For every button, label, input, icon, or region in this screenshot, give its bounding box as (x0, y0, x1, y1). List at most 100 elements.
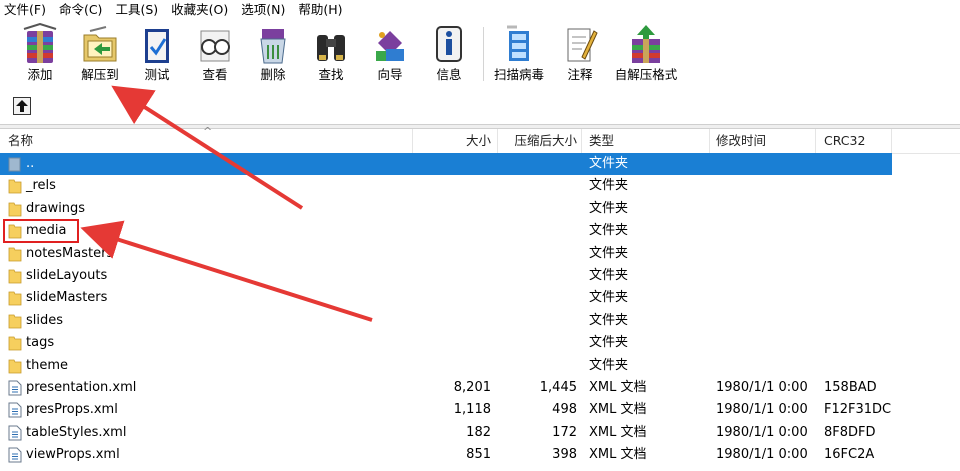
file-name: slideLayouts (26, 268, 108, 283)
wizard-icon (376, 31, 404, 61)
file-size (413, 287, 491, 309)
file-size: 182 (466, 424, 491, 440)
column-size[interactable]: 大小 (413, 129, 491, 153)
file-type: 文件夹 (589, 290, 629, 306)
file-name: notesMasters (26, 245, 114, 261)
scan-virus-label: 扫描病毒 (493, 67, 544, 82)
file-packed-size (498, 310, 577, 332)
column-crc32[interactable]: CRC32 (824, 129, 865, 153)
folder-icon (8, 359, 22, 373)
column-modified[interactable]: 修改时间 (716, 129, 766, 153)
file-name: slides (26, 312, 64, 328)
find-button[interactable]: 查找 (304, 21, 358, 87)
sfx-label: 自解压格式 (614, 67, 678, 82)
file-type: 文件夹 (589, 200, 629, 216)
file-name: slideMasters (26, 290, 108, 306)
file-name: _rels (26, 178, 56, 194)
test-button[interactable]: 测试 (130, 21, 184, 87)
folder-icon (8, 224, 22, 239)
scan-virus-button[interactable]: 扫描病毒 (488, 21, 550, 87)
file-size (413, 220, 491, 242)
info-icon (436, 26, 462, 62)
column-type[interactable]: 类型 (589, 129, 614, 153)
file-packed-size (498, 332, 577, 354)
file-row[interactable]: presentation.xml 8,201 1,445 XML 文档 1980/1/1… (0, 377, 892, 399)
file-row[interactable]: theme 文件夹 (0, 355, 892, 377)
file-row[interactable]: slideMasters 文件夹 (0, 287, 892, 309)
file-row[interactable]: notesMasters 文件夹 (0, 243, 892, 265)
test-label: 测试 (144, 67, 170, 82)
info-button[interactable]: 信息 (422, 21, 476, 87)
file-row[interactable]: _rels 文件夹 (0, 175, 892, 197)
file-packed-size: 1,445 (539, 380, 577, 395)
comment-label: 注释 (567, 67, 593, 82)
file-type: XML 文档 (589, 380, 647, 395)
column-divider[interactable] (891, 129, 892, 153)
comment-pen-icon (567, 28, 598, 62)
column-name[interactable]: 名称 (8, 129, 33, 153)
file-type: 文件夹 (589, 223, 629, 239)
file-size: 8,201 (453, 380, 491, 395)
menu-file[interactable]: 文件(F) (0, 0, 53, 19)
file-packed-size: 498 (552, 402, 577, 418)
file-modified: 1980/1/1 0:00 (716, 380, 808, 395)
folder-icon (8, 314, 22, 329)
info-label: 信息 (436, 67, 462, 82)
menu-favorites[interactable]: 收藏夹(O) (165, 0, 235, 19)
file-row[interactable]: viewProps.xml 851 398 XML 文档 1980/1/1 0:00 16… (0, 444, 892, 466)
view-button[interactable]: 查看 (188, 21, 242, 87)
column-divider[interactable] (815, 129, 816, 153)
file-row[interactable]: tags 文件夹 (0, 332, 892, 354)
add-label: 添加 (27, 67, 53, 82)
file-row[interactable]: presProps.xml 1,118 498 XML 文档 1980/1/1 0:00… (0, 399, 892, 421)
file-packed-size (498, 153, 577, 175)
column-divider[interactable] (581, 129, 582, 153)
up-arrow-icon (16, 100, 28, 112)
xml-file-icon (8, 402, 22, 418)
file-type: XML 文档 (589, 424, 647, 440)
file-packed-size (498, 265, 577, 287)
menu-options[interactable]: 选项(N) (235, 0, 292, 19)
file-packed-size: 172 (552, 424, 577, 440)
extract-to-button[interactable]: 解压到 (72, 21, 128, 87)
file-crc32: 16FC2A (824, 447, 875, 463)
menu-help[interactable]: 帮助(H) (292, 0, 349, 19)
file-packed-size (498, 220, 577, 242)
file-row[interactable]: media 文件夹 (0, 220, 892, 242)
file-name: presProps.xml (26, 402, 118, 418)
sort-caret-icon: ^ (203, 125, 213, 138)
delete-button[interactable]: 删除 (246, 21, 300, 87)
folder-icon (8, 179, 22, 194)
file-type: 文件夹 (589, 268, 629, 283)
file-row[interactable]: drawings 文件夹 (0, 198, 892, 220)
toolbar: 添加 解压到 测试 查看 删除 查找 向导 信息 扫描病毒 注释 自解压格式 (0, 19, 960, 91)
file-row[interactable]: .. 文件夹 (0, 153, 892, 176)
wizard-label: 向导 (377, 67, 403, 82)
file-row[interactable]: slideLayouts 文件夹 (0, 265, 892, 287)
wizard-button[interactable]: 向导 (362, 21, 418, 87)
file-list: 名称 ^ 大小 压缩后大小 类型 修改时间 CRC32 .. 文件夹 _rels 文件… (0, 125, 960, 471)
view-glasses-icon (200, 30, 230, 62)
menu-command[interactable]: 命令(C) (53, 0, 109, 19)
toolbar-separator (483, 27, 484, 81)
file-size (413, 198, 491, 220)
comment-button[interactable]: 注释 (554, 21, 606, 87)
file-row[interactable]: tableStyles.xml 182 172 XML 文档 1980/1/1 0:00… (0, 422, 892, 444)
sfx-button[interactable]: 自解压格式 (608, 21, 684, 87)
up-folder-button[interactable] (13, 97, 31, 115)
parent-folder-icon (8, 157, 21, 172)
file-name: viewProps.xml (26, 447, 120, 463)
add-button[interactable]: 添加 (12, 21, 68, 87)
find-label: 查找 (318, 67, 344, 82)
view-label: 查看 (202, 67, 228, 82)
file-packed-size (498, 175, 577, 197)
delete-recycle-icon (260, 29, 286, 64)
menu-tools[interactable]: 工具(S) (109, 0, 165, 19)
file-type: 文件夹 (589, 156, 629, 171)
file-row[interactable]: slides 文件夹 (0, 310, 892, 332)
column-packed-size[interactable]: 压缩后大小 (498, 129, 577, 153)
scan-virus-icon (507, 25, 529, 61)
menu-bar: 文件(F) 命令(C) 工具(S) 收藏夹(O) 选项(N) 帮助(H) (0, 0, 960, 19)
column-divider[interactable] (709, 129, 710, 153)
file-crc32: 8F8DFD (824, 424, 876, 440)
